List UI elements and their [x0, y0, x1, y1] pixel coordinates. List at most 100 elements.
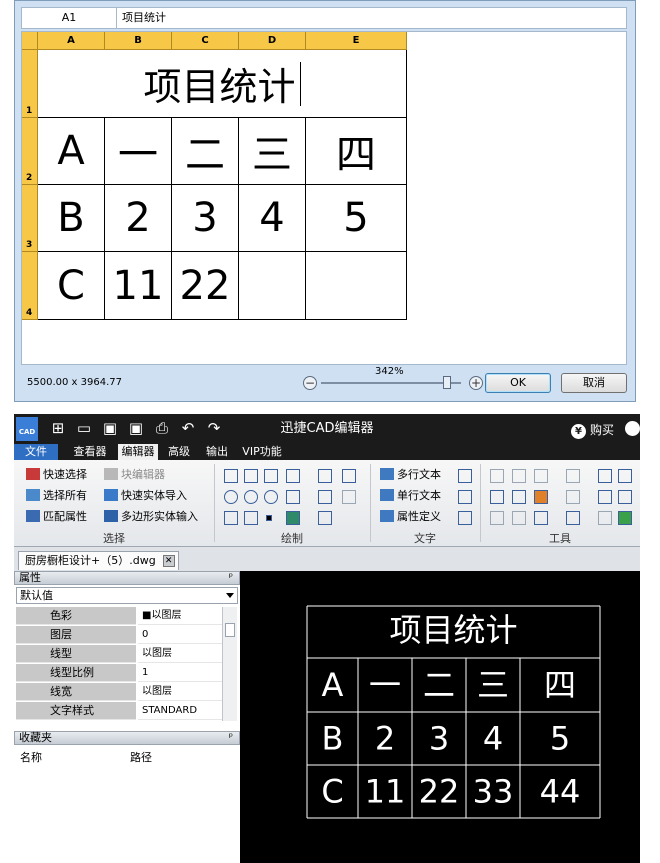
curve-icon[interactable]: [224, 511, 238, 525]
align-icon[interactable]: [598, 469, 612, 483]
polyline-icon[interactable]: [286, 469, 300, 483]
table-cell[interactable]: [306, 252, 407, 320]
trim-icon[interactable]: [534, 511, 548, 525]
spline-icon[interactable]: [244, 469, 258, 483]
properties-scrollbar[interactable]: [222, 607, 237, 721]
arc-icon[interactable]: [264, 490, 278, 504]
text-edit-icon[interactable]: [458, 490, 472, 504]
attribute-definition-button[interactable]: 属性定义: [380, 509, 441, 525]
image-icon[interactable]: [286, 511, 300, 525]
fillet-icon[interactable]: [566, 511, 580, 525]
rectangle-icon[interactable]: [264, 469, 278, 483]
scrollbar-thumb[interactable]: [225, 623, 235, 637]
property-row[interactable]: 线宽 以图层: [16, 683, 222, 702]
table-cell[interactable]: 二: [172, 118, 239, 185]
stack-icon[interactable]: [566, 469, 580, 483]
table-cell[interactable]: B: [38, 185, 105, 252]
table-insert-icon[interactable]: [318, 469, 332, 483]
pin-icon[interactable]: ᵖ: [229, 572, 233, 584]
polygon-entity-input-button[interactable]: 多边形实体输入: [104, 509, 198, 525]
erase-icon[interactable]: [598, 511, 612, 525]
table-cell[interactable]: A: [38, 118, 105, 185]
export-icon[interactable]: [618, 511, 632, 525]
property-row[interactable]: 色彩 ■以图层: [16, 607, 222, 626]
point-icon[interactable]: [266, 515, 272, 521]
block-editor-button[interactable]: 块编辑器: [104, 467, 165, 483]
tab-editor[interactable]: 编辑器: [118, 444, 158, 460]
mirror-icon[interactable]: [534, 469, 548, 483]
property-row[interactable]: 文字样式 STANDARD: [16, 702, 222, 721]
hatch-icon[interactable]: [244, 511, 258, 525]
text-style-icon[interactable]: [458, 469, 472, 483]
column-name[interactable]: 名称: [20, 749, 42, 765]
tab-viewer[interactable]: 查看器: [68, 444, 112, 460]
open-folder-icon[interactable]: ▭: [76, 420, 92, 436]
table-cell[interactable]: 4: [239, 185, 306, 252]
quick-select-button[interactable]: 快速选择: [26, 467, 87, 483]
drawing-canvas[interactable]: 项目统计 A 一二三四 B 2 3 4 5 C 11 22 33 44: [240, 571, 640, 863]
zoom-slider-handle[interactable]: [443, 376, 451, 389]
pen-icon[interactable]: [318, 490, 332, 504]
column-path[interactable]: 路径: [130, 749, 152, 765]
extend-icon[interactable]: [512, 511, 526, 525]
zoom-slider[interactable]: − +: [301, 373, 487, 393]
table-cell[interactable]: [239, 252, 306, 320]
document-tab[interactable]: 厨房橱柜设计+（5）.dwg ✕: [18, 551, 179, 570]
table-cell[interactable]: 5: [306, 185, 407, 252]
single-line-text-button[interactable]: 单行文本: [380, 488, 441, 504]
close-icon[interactable]: ✕: [162, 555, 175, 567]
row-header-2[interactable]: 2: [22, 118, 38, 185]
table-cell[interactable]: 四: [306, 118, 407, 185]
zoom-in-icon[interactable]: +: [469, 376, 483, 390]
group-icon[interactable]: [512, 490, 526, 504]
column-header-e[interactable]: E: [306, 32, 407, 50]
new-file-icon[interactable]: ⊞: [50, 420, 66, 436]
table-cell[interactable]: 22: [172, 252, 239, 320]
table-cell[interactable]: C: [38, 252, 105, 320]
column-header-a[interactable]: A: [38, 32, 105, 50]
tab-file[interactable]: 文件: [14, 444, 58, 460]
refresh-icon[interactable]: [618, 469, 632, 483]
cad-drawing[interactable]: 项目统计 A 一二三四 B 2 3 4 5 C 11 22 33 44: [240, 571, 640, 863]
circle-3p-icon[interactable]: [244, 490, 258, 504]
save-as-icon[interactable]: ▣: [128, 420, 144, 436]
copy-icon[interactable]: [286, 490, 300, 504]
redo-icon[interactable]: ↷: [206, 420, 222, 436]
tab-output[interactable]: 输出: [202, 444, 232, 460]
table-cell[interactable]: 三: [239, 118, 306, 185]
explode-icon[interactable]: [566, 490, 580, 504]
pin-icon[interactable]: ᵖ: [229, 732, 233, 744]
cell-reference-box[interactable]: A1: [22, 8, 117, 28]
fill-icon[interactable]: [534, 490, 548, 504]
table-cell[interactable]: 11: [105, 252, 172, 320]
property-row[interactable]: 线型 以图层: [16, 645, 222, 664]
save-icon[interactable]: ▣: [102, 420, 118, 436]
table-cell[interactable]: 3: [172, 185, 239, 252]
circle-icon[interactable]: [224, 490, 238, 504]
table-cell[interactable]: 一: [105, 118, 172, 185]
ok-button[interactable]: OK: [485, 373, 551, 393]
multiline-text-button[interactable]: 多行文本: [380, 467, 441, 483]
match-properties-button[interactable]: 匹配属性: [26, 509, 87, 525]
app-logo-icon[interactable]: CAD: [16, 417, 38, 441]
cell-content-input[interactable]: 项目统计: [118, 8, 166, 28]
property-row[interactable]: 线型比例 1: [16, 664, 222, 683]
dashed-line-icon[interactable]: [490, 511, 504, 525]
grid-corner[interactable]: [22, 32, 38, 50]
move-icon[interactable]: [490, 469, 504, 483]
tab-vip[interactable]: VIP功能: [238, 444, 286, 460]
column-header-d[interactable]: D: [239, 32, 306, 50]
block-icon[interactable]: [490, 490, 504, 504]
properties-selector[interactable]: 默认值: [16, 587, 238, 604]
zoom-track[interactable]: [321, 382, 461, 384]
quick-entity-import-button[interactable]: 快速实体导入: [104, 488, 187, 504]
cancel-button[interactable]: 取消: [561, 373, 627, 393]
undo-icon[interactable]: ↶: [180, 420, 196, 436]
tab-advanced[interactable]: 高级: [164, 444, 194, 460]
column-header-c[interactable]: C: [172, 32, 239, 50]
zoom-out-icon[interactable]: −: [303, 376, 317, 390]
print-icon[interactable]: ⎙: [154, 420, 170, 436]
properties-icon[interactable]: [618, 490, 632, 504]
gear-draw-icon[interactable]: [342, 469, 356, 483]
buy-button[interactable]: ¥ 购买: [570, 421, 614, 439]
